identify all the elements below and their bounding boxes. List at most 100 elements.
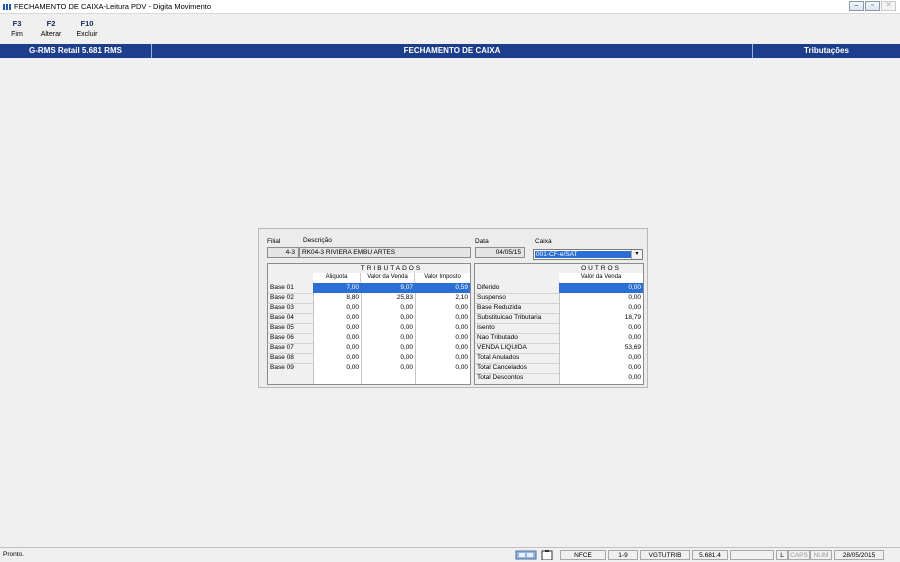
close-button[interactable]: ✕ <box>881 1 896 11</box>
aliquota-cell[interactable]: 0,00 <box>313 333 361 343</box>
outros-row[interactable]: Suspenso 0,00 <box>475 293 643 303</box>
outros-grid: OUTROS Valor da Venda Diferido 0,00 Suspen… <box>474 263 644 385</box>
status-filial: 1-9 <box>608 550 638 560</box>
outros-row[interactable]: Total Descontos 0,00 <box>475 373 643 383</box>
tributados-row[interactable]: Base 08 0,00 0,00 0,00 <box>268 353 470 363</box>
aliquota-cell[interactable]: 0,00 <box>313 363 361 373</box>
aliquota-cell[interactable]: 7,00 <box>313 283 361 293</box>
row-divider <box>475 293 559 294</box>
valor-imposto-cell[interactable]: 2,10 <box>415 293 470 303</box>
excluir-label: Excluir <box>76 31 98 38</box>
caixa-select[interactable]: 001-CF-e/SAT ▾ <box>533 249 643 260</box>
outros-value-cell[interactable]: 0,00 <box>559 333 643 343</box>
fechamento-panel: Filial 4-3 Descrição RK04-3 RIVIERA EMBU… <box>258 228 648 388</box>
outros-value-cell[interactable]: 53,69 <box>559 343 643 353</box>
valor-venda-cell[interactable]: 0,00 <box>361 303 415 313</box>
status-caps: CAPS <box>788 550 810 560</box>
valor-imposto-cell[interactable]: 0,00 <box>415 313 470 323</box>
valor-venda-cell[interactable]: 0,00 <box>361 343 415 353</box>
row-divider <box>268 313 313 314</box>
product-name: G-RMS Retail 5.681 RMS <box>0 44 152 58</box>
excluir-button[interactable]: F10 Excluir <box>74 19 100 38</box>
chevron-down-icon[interactable]: ▾ <box>631 250 642 259</box>
descricao-label: Descrição <box>303 237 332 244</box>
aliquota-cell[interactable]: 0,00 <box>313 303 361 313</box>
outros-row[interactable]: Total Cancelados 0,00 <box>475 363 643 373</box>
outros-label: Nao Tributado <box>477 334 518 341</box>
row-divider <box>268 323 313 324</box>
restore-button[interactable]: ▫ <box>865 1 880 11</box>
outros-row[interactable]: Diferido 0,00 <box>475 283 643 293</box>
valor-imposto-cell[interactable]: 0,00 <box>415 353 470 363</box>
outros-row[interactable]: Isento 0,00 <box>475 323 643 333</box>
valor-venda-cell[interactable]: 25,83 <box>361 293 415 303</box>
row-divider <box>475 343 559 344</box>
base-label: Base 06 <box>270 334 294 341</box>
aliquota-cell[interactable]: 0,00 <box>313 353 361 363</box>
outros-value-cell[interactable]: 0,00 <box>559 353 643 363</box>
outros-value-cell[interactable]: 0,00 <box>559 303 643 313</box>
valor-imposto-cell[interactable]: 0,59 <box>415 283 470 293</box>
tributados-title: TRIBUTADOS <box>360 265 423 272</box>
valor-imposto-header: Valor Imposto <box>415 273 470 282</box>
outros-row[interactable]: Substituicao Tributaria 18,79 <box>475 313 643 323</box>
tributados-row[interactable]: Base 06 0,00 0,00 0,00 <box>268 333 470 343</box>
aliquota-cell[interactable]: 0,00 <box>313 343 361 353</box>
row-divider <box>475 313 559 314</box>
outros-label: Diferido <box>477 284 500 291</box>
tributados-row[interactable]: Base 07 0,00 0,00 0,00 <box>268 343 470 353</box>
alterar-button[interactable]: F2 Alterar <box>38 19 64 38</box>
tributados-row[interactable]: Base 09 0,00 0,00 0,00 <box>268 363 470 373</box>
descricao-field[interactable]: RK04-3 RIVIERA EMBU ARTES <box>299 247 471 258</box>
outros-value-cell[interactable]: 0,00 <box>559 323 643 333</box>
outros-label: Total Anulados <box>477 354 520 361</box>
aliquota-cell[interactable]: 8,80 <box>313 293 361 303</box>
outros-value-cell[interactable]: 0,00 <box>559 283 643 293</box>
outros-value-cell[interactable]: 0,00 <box>559 293 643 303</box>
valor-imposto-cell[interactable]: 0,00 <box>415 303 470 313</box>
valor-venda-header: Valor da Venda <box>361 273 415 282</box>
valor-imposto-cell[interactable]: 0,00 <box>415 333 470 343</box>
outros-label: Total Descontos <box>477 374 524 381</box>
base-label: Base 01 <box>270 284 294 291</box>
row-divider <box>475 373 559 374</box>
tributados-row[interactable]: Base 03 0,00 0,00 0,00 <box>268 303 470 313</box>
window-title: FECHAMENTO DE CAIXA-Leitura PDV - Digita… <box>14 2 211 11</box>
caixa-selected: 001-CF-e/SAT <box>535 251 632 258</box>
valor-venda-cell[interactable]: 0,00 <box>361 323 415 333</box>
valor-imposto-cell[interactable]: 0,00 <box>415 363 470 373</box>
minimize-button[interactable]: – <box>849 1 864 11</box>
fim-key: F3 <box>12 19 22 28</box>
outros-row[interactable]: Total Anulados 0,00 <box>475 353 643 363</box>
tributados-row[interactable]: Base 02 8,80 25,83 2,10 <box>268 293 470 303</box>
row-divider <box>268 363 313 364</box>
valor-venda-cell[interactable]: 0,00 <box>361 313 415 323</box>
outros-label: Total Cancelados <box>477 364 527 371</box>
tributados-row[interactable]: Base 04 0,00 0,00 0,00 <box>268 313 470 323</box>
valor-venda-cell[interactable]: 9,07 <box>361 283 415 293</box>
outros-row[interactable]: VENDA LIQUIDA 53,69 <box>475 343 643 353</box>
tributados-row[interactable]: Base 01 7,00 9,07 0,59 <box>268 283 470 293</box>
outros-row[interactable]: Nao Tributado 0,00 <box>475 333 643 343</box>
clipboard-icon <box>541 550 553 560</box>
valor-venda-cell[interactable]: 0,00 <box>361 333 415 343</box>
outros-row[interactable]: Base Reduzida 0,00 <box>475 303 643 313</box>
outros-value-cell[interactable]: 18,79 <box>559 313 643 323</box>
valor-imposto-cell[interactable]: 0,00 <box>415 343 470 353</box>
valor-venda-cell[interactable]: 0,00 <box>361 363 415 373</box>
filial-field[interactable]: 4-3 <box>267 247 299 258</box>
base-label: Base 05 <box>270 324 294 331</box>
valor-imposto-cell[interactable]: 0,00 <box>415 323 470 333</box>
aliquota-cell[interactable]: 0,00 <box>313 313 361 323</box>
outros-value-cell[interactable]: 0,00 <box>559 363 643 373</box>
data-field[interactable]: 04/05/15 <box>475 247 525 258</box>
fim-button[interactable]: F3 Fim <box>8 19 26 38</box>
aliquota-cell[interactable]: 0,00 <box>313 323 361 333</box>
outros-value-cell[interactable]: 0,00 <box>559 373 643 383</box>
valor-venda-cell[interactable]: 0,00 <box>361 353 415 363</box>
data-label: Data <box>475 238 489 245</box>
status-modulo: NFCE <box>560 550 606 560</box>
tributacoes-link[interactable]: Tributações <box>752 44 900 58</box>
tributados-row[interactable]: Base 05 0,00 0,00 0,00 <box>268 323 470 333</box>
title-bar: FECHAMENTO DE CAIXA-Leitura PDV - Digita… <box>0 0 900 14</box>
